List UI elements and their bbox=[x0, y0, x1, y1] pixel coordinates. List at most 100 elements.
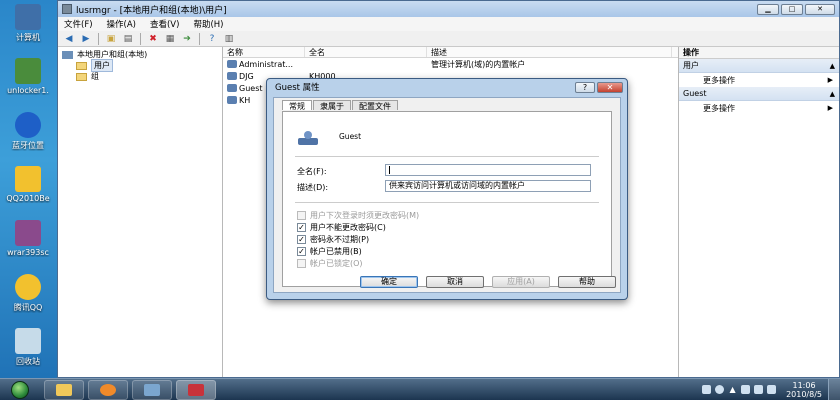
user-icon bbox=[227, 60, 237, 68]
taskbar-toolbox[interactable] bbox=[176, 379, 216, 400]
menu-file[interactable]: 文件(F) bbox=[64, 18, 93, 30]
toolbar: ◀ ▶ ▣ ▤ ✖ ▦ ➔ ? ▥ bbox=[58, 31, 839, 47]
dialog-help-button[interactable]: ? bbox=[575, 81, 595, 93]
taskbar-media-player[interactable] bbox=[88, 379, 128, 400]
tree-pane: 本地用户和组(本地) 用户 组 bbox=[58, 47, 223, 377]
toolbar-separator bbox=[199, 32, 200, 45]
header-fullname[interactable]: 全名 bbox=[305, 47, 427, 57]
bluetooth-icon bbox=[15, 112, 41, 138]
apply-button[interactable]: 应用(A) bbox=[492, 276, 550, 288]
user-icon bbox=[227, 84, 237, 92]
divider bbox=[295, 156, 599, 157]
volume-icon[interactable] bbox=[767, 385, 777, 394]
folder-icon bbox=[76, 61, 87, 70]
tree-root[interactable]: 本地用户和组(本地) bbox=[62, 49, 218, 60]
show-desktop-button[interactable] bbox=[828, 378, 840, 400]
actions-section-guest[interactable]: Guest ▲ bbox=[679, 87, 839, 101]
list-header: 名称 全名 描述 bbox=[223, 47, 678, 58]
desktop-icons: 计算机 unlocker1. 蓝牙位置 QQ2010Be wrar393sc 腾… bbox=[0, 0, 56, 378]
desktop-icon-qq2010[interactable]: QQ2010Be bbox=[2, 166, 54, 203]
back-arrow-icon[interactable]: ◀ bbox=[62, 33, 76, 45]
dialog-body: 常规 隶属于 配置文件 Guest 全名(F): 描述(D): 供来宾访问计算机… bbox=[273, 97, 621, 293]
user-icon bbox=[227, 72, 237, 80]
desktop-icon-recycle-bin[interactable]: 回收站 bbox=[2, 328, 54, 367]
checkbox-account-locked[interactable]: 帐户已锁定(O) bbox=[297, 258, 363, 269]
help-button[interactable]: 帮助 bbox=[558, 276, 616, 288]
show-tree-icon[interactable]: ▤ bbox=[121, 33, 135, 45]
collapse-arrow-icon: ▲ bbox=[829, 61, 835, 70]
ok-button[interactable]: 确定 bbox=[360, 276, 418, 288]
tab-member-of[interactable]: 隶属于 bbox=[313, 100, 351, 111]
header-name[interactable]: 名称 bbox=[223, 47, 305, 57]
tree-item-groups[interactable]: 组 bbox=[62, 71, 218, 82]
menu-view[interactable]: 查看(V) bbox=[150, 18, 179, 30]
actions-title: 操作 bbox=[679, 47, 839, 59]
folder-up-icon[interactable]: ▣ bbox=[104, 33, 118, 45]
desktop-icon-tencent-qq[interactable]: 腾讯QQ bbox=[2, 274, 54, 313]
tab-profile[interactable]: 配置文件 bbox=[352, 100, 398, 111]
user-icon bbox=[298, 131, 318, 145]
actions-section-users[interactable]: 用户 ▲ bbox=[679, 59, 839, 73]
clock[interactable]: 11:06 2010/8/5 bbox=[786, 381, 822, 399]
qq-icon bbox=[15, 166, 41, 192]
show-hidden-icons[interactable]: ▲ bbox=[728, 385, 737, 394]
action-center-icon[interactable] bbox=[741, 385, 751, 394]
start-button[interactable] bbox=[0, 379, 40, 400]
dialog-close-button[interactable]: ✕ bbox=[597, 81, 623, 93]
checkmark-icon: ✓ bbox=[297, 235, 306, 244]
checkbox-account-disabled[interactable]: ✓ 帐户已禁用(B) bbox=[297, 246, 362, 257]
desktop-icon-unlocker[interactable]: unlocker1. bbox=[2, 58, 54, 95]
taskbar-network[interactable] bbox=[132, 379, 172, 400]
window-titlebar[interactable]: lusrmgr - [本地用户和组(本地)\用户] ▁ □ ✕ bbox=[58, 1, 839, 17]
collapse-arrow-icon: ▲ bbox=[829, 89, 835, 98]
username-label: Guest bbox=[339, 132, 362, 141]
checkbox-box bbox=[297, 211, 306, 220]
description-field[interactable]: 供来宾访问计算机或访问域的内置帐户 bbox=[385, 180, 591, 192]
menu-help[interactable]: 帮助(H) bbox=[193, 18, 223, 30]
menu-action[interactable]: 操作(A) bbox=[107, 18, 136, 30]
taskbar: ▲ 11:06 2010/8/5 bbox=[0, 378, 840, 400]
cancel-button[interactable]: 取消 bbox=[426, 276, 484, 288]
export-icon[interactable]: ➔ bbox=[180, 33, 194, 45]
window-title: lusrmgr - [本地用户和组(本地)\用户] bbox=[76, 5, 227, 16]
desktop-icon-winrar[interactable]: wrar393sc bbox=[2, 220, 54, 257]
checkbox-must-change-password[interactable]: 用户下次登录时须更改密码(M) bbox=[297, 210, 419, 221]
explorer-icon bbox=[56, 383, 72, 396]
minimize-button[interactable]: ▁ bbox=[757, 3, 779, 15]
clock-date: 2010/8/5 bbox=[786, 389, 822, 399]
header-description[interactable]: 描述 bbox=[427, 47, 672, 57]
user-icon bbox=[227, 96, 237, 104]
computer-icon bbox=[15, 4, 41, 30]
qq-penguin-icon bbox=[15, 274, 41, 300]
checkbox-password-never-expires[interactable]: ✓ 密码永不过期(P) bbox=[297, 234, 369, 245]
network-tray-icon[interactable] bbox=[754, 385, 764, 394]
keyboard-icon[interactable] bbox=[702, 385, 712, 394]
fullname-field[interactable] bbox=[385, 164, 591, 176]
desktop-icon-bluetooth[interactable]: 蓝牙位置 bbox=[2, 112, 54, 151]
close-button[interactable]: ✕ bbox=[805, 3, 835, 15]
tree-item-users[interactable]: 用户 bbox=[62, 59, 218, 72]
tab-general[interactable]: 常规 bbox=[282, 100, 312, 111]
maximize-button[interactable]: □ bbox=[781, 3, 803, 15]
windows-orb-icon bbox=[11, 380, 29, 399]
taskbar-explorer[interactable] bbox=[44, 379, 84, 400]
desktop-icon-computer[interactable]: 计算机 bbox=[2, 4, 54, 43]
checkbox-cannot-change-password[interactable]: ✓ 用户不能更改密码(C) bbox=[297, 222, 386, 233]
delete-icon[interactable]: ✖ bbox=[146, 33, 160, 45]
mmc-view-icon[interactable]: ▥ bbox=[222, 33, 236, 45]
app-icon bbox=[62, 4, 72, 14]
toolbar-separator bbox=[98, 32, 99, 45]
actions-more-users[interactable]: 更多操作 ▶ bbox=[679, 73, 839, 87]
actions-pane: 操作 用户 ▲ 更多操作 ▶ Guest ▲ 更多操作 ▶ bbox=[678, 47, 839, 377]
divider bbox=[295, 202, 599, 203]
system-tray: ▲ 11:06 2010/8/5 bbox=[702, 381, 828, 399]
help-icon[interactable]: ? bbox=[205, 33, 219, 45]
list-row-administrator[interactable]: Administrat... 管理计算机(域)的内置帐户 bbox=[223, 58, 678, 70]
checkmark-icon: ✓ bbox=[297, 247, 306, 256]
properties-icon[interactable]: ▦ bbox=[163, 33, 177, 45]
dialog-titlebar[interactable]: Guest 属性 ? ✕ bbox=[267, 79, 627, 95]
actions-more-guest[interactable]: 更多操作 ▶ bbox=[679, 101, 839, 115]
forward-arrow-icon[interactable]: ▶ bbox=[79, 33, 93, 45]
folder-icon bbox=[76, 72, 87, 81]
help-tray-icon[interactable] bbox=[715, 385, 725, 394]
